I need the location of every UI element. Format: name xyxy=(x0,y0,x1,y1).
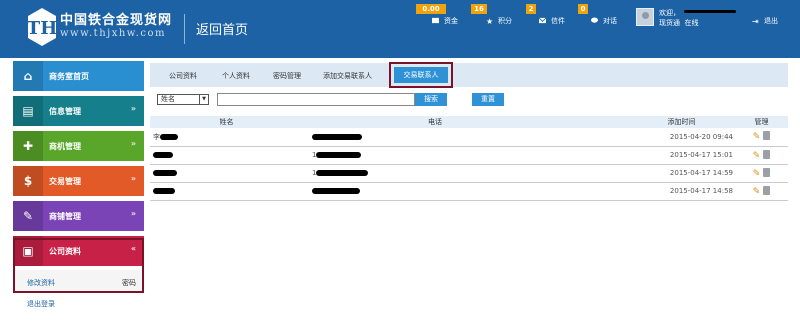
home-icon: ⌂ xyxy=(23,69,33,83)
points-badge: 16 xyxy=(471,4,487,14)
table-row: 1 2015-04-17 15:01 ✎ xyxy=(150,146,788,165)
col-name: 姓名 xyxy=(150,116,300,128)
money-icon xyxy=(432,17,439,24)
delete-icon[interactable] xyxy=(763,167,771,177)
chevron-down-icon: » xyxy=(130,209,136,218)
search-input[interactable] xyxy=(217,93,415,106)
site-logo[interactable]: TH xyxy=(28,8,56,46)
edit-icon[interactable]: ✎ xyxy=(753,187,761,197)
sign-out-link[interactable]: 退出登录 xyxy=(27,299,55,309)
contacts-table: 姓名 电话 添加时间 管理 李 2015-04-20 09:44 ✎ 1 201… xyxy=(150,116,788,201)
logout-icon: ⇥ xyxy=(752,17,759,26)
header-divider xyxy=(184,14,185,44)
masked-name xyxy=(160,133,178,140)
mail-link[interactable]: 信件 xyxy=(539,16,565,26)
tab-contacts[interactable]: 交易联系人 xyxy=(389,62,453,88)
table-row: 李 2015-04-20 09:44 ✎ xyxy=(150,128,788,147)
masked-name xyxy=(153,170,177,176)
company-highlight-box xyxy=(13,238,144,293)
site-name: 中国铁合金现货网 xyxy=(60,13,173,28)
masked-name xyxy=(153,152,173,158)
star-icon: ★ xyxy=(486,17,494,26)
table-row: 2015-04-17 14:58 ✎ xyxy=(150,182,788,201)
chevron-down-icon: » xyxy=(130,174,136,183)
delete-icon[interactable] xyxy=(763,131,771,141)
masked-username xyxy=(684,10,736,13)
col-manage: 管理 xyxy=(735,116,788,128)
sidebar-item-info[interactable]: ▤ 信息管理 » xyxy=(13,96,144,126)
col-phone: 电话 xyxy=(300,116,570,128)
mail-icon xyxy=(539,17,546,24)
funds-badge: 0.00 xyxy=(416,4,446,14)
tab-bar: 公司资料 个人资料 密码管理 添加交易联系人 xyxy=(150,63,788,87)
col-time: 添加时间 xyxy=(570,116,735,128)
sidebar-item-shop[interactable]: ✎ 商铺管理 » xyxy=(13,201,144,231)
puzzle-icon: ✚ xyxy=(22,139,34,153)
logout-link[interactable]: ⇥ 退出 xyxy=(752,16,778,26)
table-header-row: 姓名 电话 添加时间 管理 xyxy=(150,116,788,128)
sidebar-item-trade[interactable]: $ 交易管理 » xyxy=(13,166,144,196)
table-row: 1 2015-04-17 14:59 ✎ xyxy=(150,164,788,183)
reset-button[interactable]: 重置 xyxy=(472,93,504,106)
chat-icon xyxy=(591,17,598,23)
edit-icon[interactable]: ✎ xyxy=(753,151,761,161)
tab-personal-profile[interactable]: 个人资料 xyxy=(222,71,250,81)
avatar[interactable] xyxy=(636,8,654,26)
top-header: TH 中国铁合金现货网 www.thjxhw.com 返回首页 0.00 资金 … xyxy=(0,0,800,58)
masked-phone xyxy=(316,152,362,158)
wand-icon: ✎ xyxy=(22,209,34,223)
masked-name xyxy=(153,188,175,194)
chevron-down-icon: ▼ xyxy=(199,95,208,104)
search-field-select[interactable]: 姓名 ▼ xyxy=(157,94,209,105)
edit-icon[interactable]: ✎ xyxy=(753,169,761,179)
dollar-icon: $ xyxy=(23,174,33,188)
chat-badge: 0 xyxy=(578,4,588,14)
tab-company-profile[interactable]: 公司资料 xyxy=(169,71,197,81)
svg-text:TH: TH xyxy=(28,18,56,39)
masked-phone xyxy=(312,133,362,140)
search-button[interactable]: 搜索 xyxy=(415,93,447,106)
delete-icon[interactable] xyxy=(763,185,771,195)
site-url: www.thjxhw.com xyxy=(60,28,166,39)
edit-icon[interactable]: ✎ xyxy=(753,132,761,142)
mail-badge: 2 xyxy=(526,4,536,14)
masked-phone xyxy=(316,170,369,176)
back-home-link[interactable]: 返回首页 xyxy=(196,19,248,38)
masked-phone xyxy=(312,188,360,194)
chevron-down-icon: » xyxy=(130,139,136,148)
delete-icon[interactable] xyxy=(763,149,771,159)
newspaper-icon: ▤ xyxy=(22,104,34,118)
sidebar-item-home[interactable]: ⌂ 商务室首页 xyxy=(13,61,144,91)
funds-link[interactable]: 资金 xyxy=(432,16,458,26)
user-welcome: 欢迎， 现货通 在线 xyxy=(659,8,736,28)
tab-password[interactable]: 密码管理 xyxy=(273,71,301,81)
points-link[interactable]: ★ 积分 xyxy=(486,16,512,26)
chat-link[interactable]: 对话 xyxy=(591,16,617,26)
chevron-down-icon: » xyxy=(130,104,136,113)
sidebar-item-opportunities[interactable]: ✚ 商机管理 » xyxy=(13,131,144,161)
tab-add-contact[interactable]: 添加交易联系人 xyxy=(323,71,372,81)
